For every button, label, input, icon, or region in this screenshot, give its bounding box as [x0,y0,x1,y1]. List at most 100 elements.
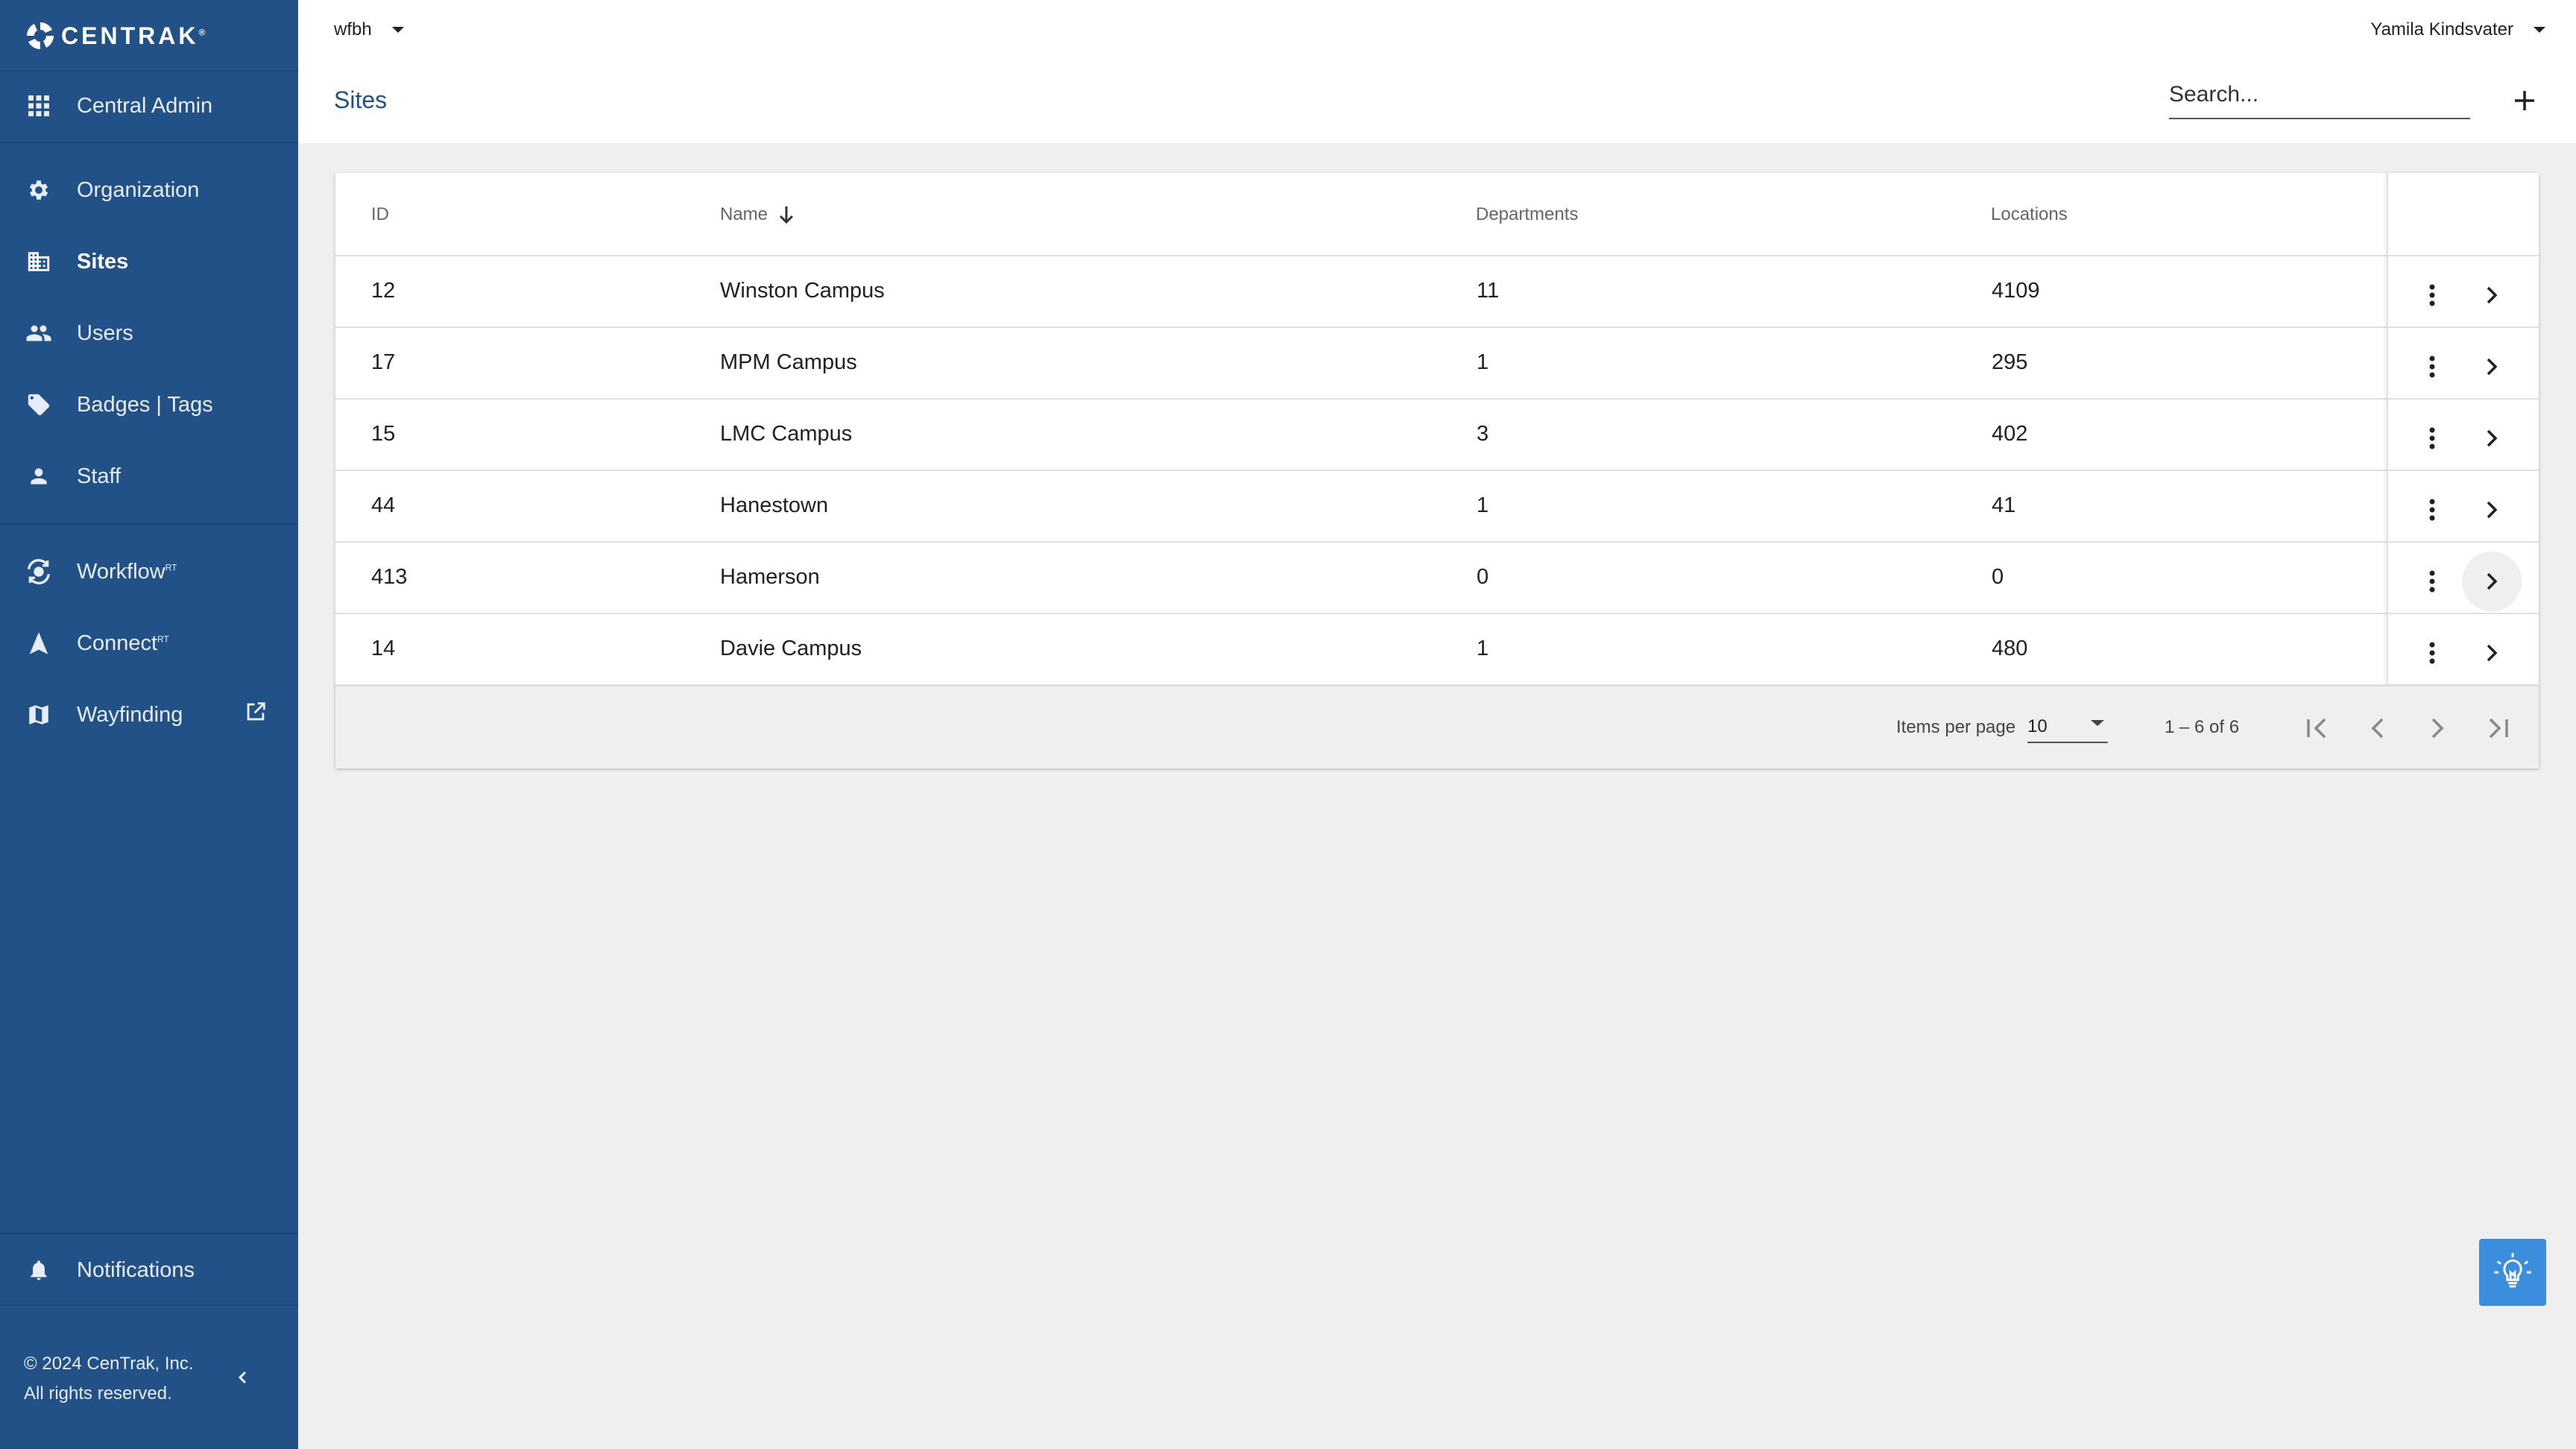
centrak-logo[interactable]: CENTRAK® [25,19,205,52]
sidebar-item-staff[interactable]: Staff [0,446,298,506]
chevron-right-icon [2431,718,2444,739]
paginator: Items per page 10 1 – 6 of 6 [335,686,2539,768]
row-menu-button[interactable] [2413,276,2452,315]
column-header-id[interactable]: ID [371,204,389,225]
cell-id: 12 [371,279,396,303]
sidebar-item-label: Wayfinding [77,702,183,727]
cell-departments: 0 [1477,565,1489,589]
sidebar-divider [0,523,298,525]
sidebar: CENTRAK® Central Admin Organization Site… [0,0,298,1449]
cell-id: 14 [371,637,396,660]
table-row[interactable]: 44 Hanestown 1 41 [335,470,2539,543]
more-vert-icon [2429,284,2435,306]
sidebar-item-badges-tags[interactable]: Badges | Tags [0,375,298,435]
search-input[interactable] [2169,79,2470,107]
row-open-button[interactable] [2462,552,2522,611]
next-page-button[interactable] [2421,712,2454,745]
sidebar-item-label: Staff [77,464,121,488]
chevron-left-icon [2371,718,2384,739]
tenant-selector[interactable]: wfbh [334,19,405,40]
table-row[interactable]: 14 Davie Campus 1 480 [335,613,2539,686]
sidebar-item-label: Badges | Tags [77,392,213,417]
caret-down-icon [391,27,404,33]
first-page-button[interactable] [2302,712,2334,745]
sidebar-item-wayfinding[interactable]: Wayfinding [0,685,298,745]
more-vert-icon [2429,427,2435,449]
row-menu-button[interactable] [2413,634,2452,672]
sidebar-item-sites[interactable]: Sites [0,232,298,291]
chevron-right-icon [2487,358,2498,376]
top-header: wfbh Yamila Kindsvater Sites [298,0,2576,143]
centrak-logo-icon [27,22,54,49]
chevron-right-icon [2487,572,2498,590]
sidebar-item-label: ConnectRT [77,631,169,655]
sidebar-divider [0,1304,298,1306]
sidebar-item-label: Organization [77,177,200,202]
table-row[interactable]: 17 MPM Campus 1 295 [335,326,2539,400]
add-site-button[interactable] [2506,82,2543,119]
last-page-button[interactable] [2481,712,2513,745]
row-menu-button[interactable] [2413,490,2452,529]
row-open-button[interactable] [2472,276,2511,315]
chevron-right-icon [2487,644,2498,662]
table-row[interactable]: 15 LMC Campus 3 402 [335,398,2539,471]
sidebar-item-label: Notifications [77,1257,195,1282]
cell-locations: 4109 [1992,279,2040,303]
sidebar-item-connect[interactable]: ConnectRT [0,613,298,673]
copyright: © 2024 CenTrak, Inc. All rights reserved… [24,1349,194,1409]
cell-id: 44 [371,493,396,517]
items-per-page-label: Items per page [1896,717,2016,737]
row-open-button[interactable] [2472,347,2511,386]
table-row[interactable]: 12 Winston Campus 11 4109 [335,255,2539,328]
sidebar-divider [0,70,298,72]
copyright-line-1: © 2024 CenTrak, Inc. [24,1354,194,1374]
sidebar-item-label: Users [77,321,133,345]
building-icon [24,247,54,277]
cell-name: MPM Campus [720,350,857,374]
sidebar-divider [0,1233,298,1234]
tips-button[interactable] [2479,1239,2546,1306]
plus-icon [2515,91,2534,110]
sidebar-item-notifications[interactable]: Notifications [0,1240,298,1300]
cell-id: 17 [371,350,396,374]
cell-departments: 11 [1477,279,1500,303]
collapse-sidebar-button[interactable] [230,1364,256,1391]
cell-locations: 402 [1992,422,2028,446]
cell-locations: 0 [1992,565,2004,589]
search-field[interactable] [2169,79,2470,119]
cell-name: LMC Campus [720,422,853,446]
cell-departments: 1 [1477,493,1489,517]
row-open-button[interactable] [2472,490,2511,529]
sidebar-item-workflow[interactable]: WorkflowRT [0,542,298,602]
cell-locations: 41 [1992,493,2016,517]
column-header-departments[interactable]: Departments [1476,204,1578,225]
gear-icon [24,175,54,205]
cell-departments: 3 [1477,422,1489,446]
sidebar-item-users[interactable]: Users [0,303,298,363]
previous-page-button[interactable] [2361,712,2394,745]
caret-down-icon [2534,27,2545,33]
logo-text: CENTRAK® [61,22,206,49]
row-menu-button[interactable] [2413,419,2452,458]
row-menu-button[interactable] [2413,562,2452,601]
cell-name: Davie Campus [720,637,862,660]
items-per-page-select[interactable]: 10 [2027,709,2108,743]
row-open-button[interactable] [2472,634,2511,672]
tag-icon [24,390,54,420]
user-menu[interactable]: Yamila Kindsvater [2370,19,2546,40]
column-header-name[interactable]: Name [720,204,795,225]
row-open-button[interactable] [2472,419,2511,458]
row-menu-button[interactable] [2413,347,2452,386]
sidebar-item-organization[interactable]: Organization [0,160,298,220]
cell-locations: 295 [1992,350,2028,374]
table-row[interactable]: 413 Hamerson 0 0 [335,541,2539,614]
cell-name: Hamerson [720,565,820,589]
tenant-name: wfbh [334,19,372,40]
map-icon [24,700,54,730]
chevron-right-icon [2487,286,2498,304]
column-header-locations[interactable]: Locations [1991,204,2068,225]
sidebar-item-central-admin[interactable]: Central Admin [0,76,298,136]
sidebar-divider [0,142,298,143]
open-in-new-icon[interactable] [243,699,268,730]
copyright-line-2: All rights reserved. [24,1383,172,1404]
